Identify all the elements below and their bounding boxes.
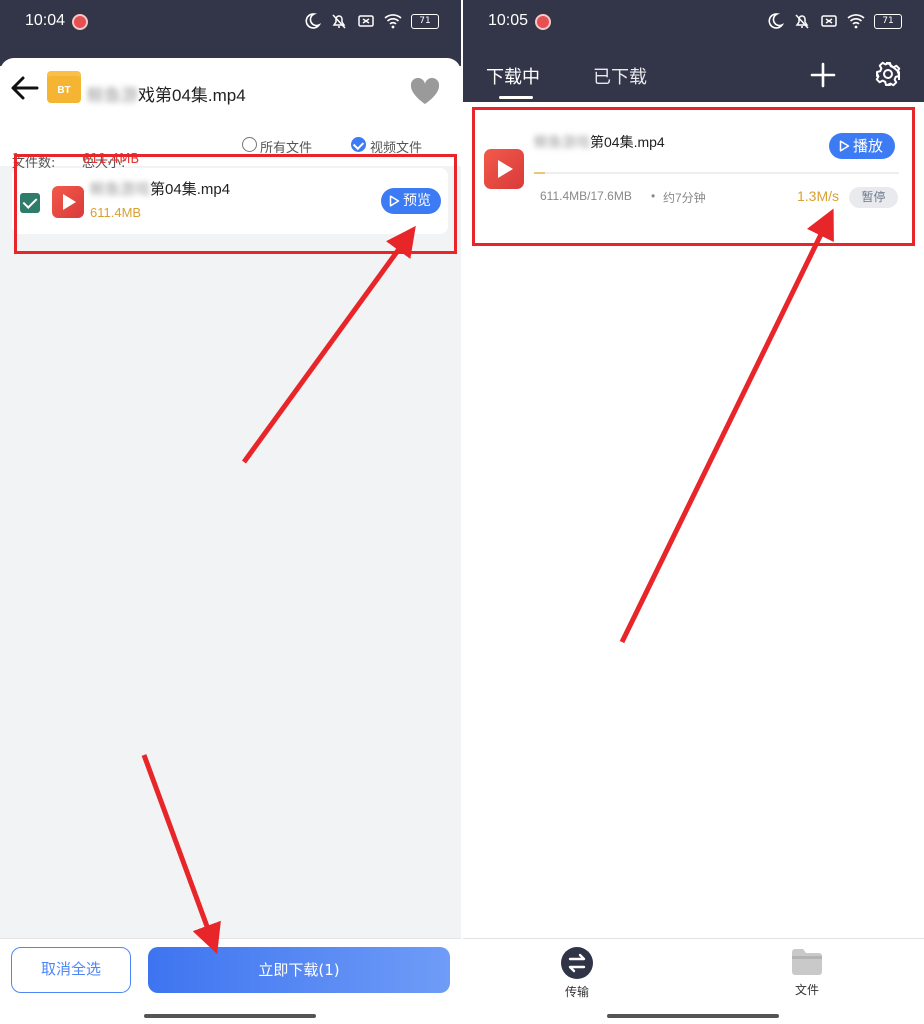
moon-icon bbox=[305, 13, 321, 29]
status-icons: 71 bbox=[303, 12, 439, 30]
tab-downloading[interactable]: 下载中 bbox=[486, 63, 540, 89]
wifi-icon bbox=[384, 14, 402, 29]
transfer-icon bbox=[561, 947, 593, 979]
home-indicator bbox=[607, 1014, 779, 1018]
download-now-button[interactable]: 立即下载(1) bbox=[148, 947, 450, 993]
highlight-box-task bbox=[472, 107, 915, 246]
nav-transfer[interactable]: 传输 bbox=[547, 947, 607, 1000]
bottom-action-bar: 取消全选 立即下载(1) bbox=[0, 938, 461, 1024]
highlight-box-file bbox=[14, 154, 457, 254]
bottom-nav: 传输 文件 bbox=[463, 938, 924, 1024]
sim-off-icon bbox=[821, 15, 837, 27]
status-icons: 71 bbox=[766, 12, 902, 30]
heart-icon[interactable] bbox=[409, 77, 441, 105]
mute-icon bbox=[795, 14, 809, 29]
status-time: 10:05 bbox=[488, 12, 529, 29]
filter-video-radio[interactable] bbox=[351, 137, 366, 152]
back-arrow-icon[interactable] bbox=[10, 75, 40, 101]
home-indicator bbox=[144, 1014, 316, 1018]
tab-downloaded[interactable]: 已下载 bbox=[593, 63, 647, 89]
header-card: BT 鲸鱼游戏第04集.mp4 bbox=[0, 58, 461, 122]
status-time: 10:04 bbox=[25, 12, 66, 29]
bt-folder-icon: BT bbox=[47, 71, 81, 103]
recording-indicator-icon bbox=[72, 14, 88, 30]
moon-icon bbox=[768, 13, 784, 29]
gear-icon[interactable] bbox=[875, 61, 901, 87]
battery-icon: 71 bbox=[411, 13, 439, 29]
sim-off-icon bbox=[358, 15, 374, 27]
wifi-icon bbox=[847, 14, 865, 29]
status-bar: 10:04 71 bbox=[0, 0, 461, 46]
battery-icon: 71 bbox=[874, 13, 902, 29]
recording-indicator-icon bbox=[535, 14, 551, 30]
status-bar: 10:05 71 bbox=[463, 0, 924, 46]
page-title: 鲸鱼游戏第04集.mp4 bbox=[87, 86, 246, 105]
cancel-all-button[interactable]: 取消全选 bbox=[11, 947, 131, 993]
filter-all-radio[interactable] bbox=[242, 137, 257, 152]
nav-files[interactable]: 文件 bbox=[777, 947, 837, 998]
tab-bar: 下载中 已下载 bbox=[463, 46, 924, 102]
mute-icon bbox=[332, 14, 346, 29]
active-tab-indicator bbox=[499, 96, 533, 99]
folder-icon bbox=[790, 947, 824, 977]
plus-icon[interactable] bbox=[810, 62, 836, 88]
